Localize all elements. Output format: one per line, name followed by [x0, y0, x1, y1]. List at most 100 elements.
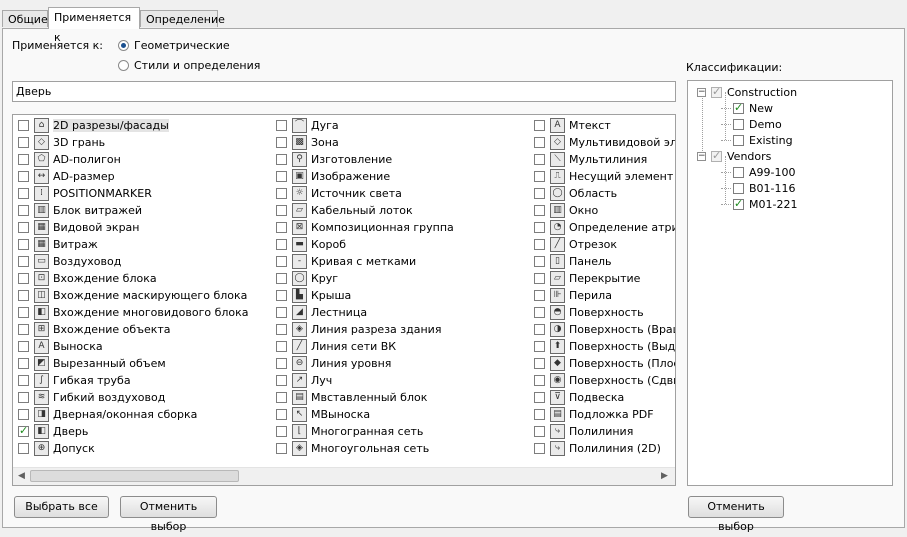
tree-node[interactable]: Demo: [721, 116, 782, 132]
list-item[interactable]: ◇ 3D грань: [18, 134, 105, 151]
list-item[interactable]: ⊠ Композиционная группа: [276, 219, 454, 236]
list-item[interactable]: ⟍ Мультилиния: [534, 151, 647, 168]
list-item[interactable]: ▦ Видовой экран: [18, 219, 140, 236]
item-checkbox[interactable]: [534, 290, 545, 301]
tab-applies-to[interactable]: Применяется к: [48, 7, 140, 44]
item-checkbox[interactable]: [534, 392, 545, 403]
list-item[interactable]: ▱ Кабельный лоток: [276, 202, 413, 219]
tree-checkbox[interactable]: [733, 182, 744, 194]
item-checkbox[interactable]: [18, 120, 29, 131]
list-item[interactable]: ‐ Кривая с метками: [276, 253, 416, 270]
item-checkbox[interactable]: [276, 256, 287, 267]
tree-node[interactable]: Existing: [721, 132, 793, 148]
list-item[interactable]: ◩ Вырезанный объем: [18, 355, 166, 372]
list-item[interactable]: ◔ Определение атрибу: [534, 219, 675, 236]
item-checkbox[interactable]: [18, 341, 29, 352]
list-item[interactable]: ∫ Гибкая труба: [18, 372, 131, 389]
list-item[interactable]: ⊕ Допуск: [18, 440, 95, 457]
list-item[interactable]: ⁞ POSITIONMARKER: [18, 185, 152, 202]
tree-checkbox[interactable]: [711, 85, 722, 98]
item-checkbox[interactable]: [18, 409, 29, 420]
list-item[interactable]: ◢ Лестница: [276, 304, 367, 321]
clear-selection-button[interactable]: Отменить выбор: [120, 496, 217, 533]
item-checkbox[interactable]: [18, 137, 29, 148]
item-checkbox[interactable]: [534, 239, 545, 250]
list-item[interactable]: ◧ Вхождение многовидового блока: [18, 304, 249, 321]
list-item[interactable]: ◉ Поверхность (Сдвиг): [534, 372, 675, 389]
item-checkbox[interactable]: [276, 324, 287, 335]
radio-geometric-button[interactable]: [118, 40, 129, 51]
item-checkbox[interactable]: [276, 426, 287, 437]
list-item[interactable]: ▤ Мвставленный блок: [276, 389, 427, 406]
scroll-right-icon[interactable]: ▶: [661, 471, 668, 481]
list-item[interactable]: ▤ Подложка PDF: [534, 406, 654, 423]
list-item[interactable]: ◯ Область: [534, 185, 617, 202]
item-checkbox[interactable]: [18, 239, 29, 250]
tree-checkbox[interactable]: [733, 134, 744, 146]
item-checkbox[interactable]: [276, 307, 287, 318]
select-all-button[interactable]: Выбрать все: [14, 496, 109, 518]
list-item[interactable]: ⌒ Дуга: [276, 117, 339, 134]
list-item[interactable]: ⌊ Многогранная сеть: [276, 423, 423, 440]
item-checkbox[interactable]: [276, 409, 287, 420]
item-checkbox[interactable]: [276, 341, 287, 352]
list-item[interactable]: ⊞ Вхождение объекта: [18, 321, 171, 338]
tree-node[interactable]: M01-221: [721, 196, 797, 212]
item-checkbox[interactable]: [18, 188, 29, 199]
list-item[interactable]: ▥ Окно: [534, 202, 598, 219]
item-checkbox[interactable]: [18, 324, 29, 335]
list-item[interactable]: ☼ Источник света: [276, 185, 402, 202]
item-checkbox[interactable]: [276, 358, 287, 369]
item-checkbox[interactable]: [534, 307, 545, 318]
tree-checkbox[interactable]: [733, 166, 744, 178]
item-checkbox[interactable]: [18, 443, 29, 454]
list-item[interactable]: ◨ Дверная/оконная сборка: [18, 406, 197, 423]
list-item[interactable]: ⤷ Полилиния (2D): [534, 440, 661, 457]
scroll-left-icon[interactable]: ◀: [18, 471, 25, 481]
item-checkbox[interactable]: [276, 120, 287, 131]
item-checkbox[interactable]: [18, 424, 29, 437]
item-checkbox[interactable]: [276, 171, 287, 182]
item-checkbox[interactable]: [534, 426, 545, 437]
radio-geometric[interactable]: Геометрические: [118, 39, 230, 52]
list-item[interactable]: ◑ Поверхность (Враще: [534, 321, 675, 338]
item-checkbox[interactable]: [276, 222, 287, 233]
object-type-list[interactable]: ⌂ 2D разрезы/фасады ◇ 3D грань ⬠ AD-полигон ↔ A…: [12, 114, 676, 486]
list-item[interactable]: ↖ МВыноска: [276, 406, 370, 423]
item-checkbox[interactable]: [18, 392, 29, 403]
classification-tree[interactable]: − Construction New Demo Existing − Vendors A99-…: [687, 80, 893, 486]
item-checkbox[interactable]: [18, 375, 29, 386]
tree-checkbox[interactable]: [733, 118, 744, 130]
item-checkbox[interactable]: [276, 375, 287, 386]
item-checkbox[interactable]: [534, 443, 545, 454]
item-checkbox[interactable]: [534, 358, 545, 369]
list-item[interactable]: ◈ Многоугольная сеть: [276, 440, 429, 457]
list-item[interactable]: ◓ Поверхность: [534, 304, 644, 321]
list-item[interactable]: ▭ Воздуховод: [18, 253, 121, 270]
list-item[interactable]: ⬆ Поверхность (Выдав: [534, 338, 675, 355]
tree-checkbox[interactable]: [711, 149, 722, 162]
item-checkbox[interactable]: [534, 137, 545, 148]
item-checkbox[interactable]: [18, 154, 29, 165]
list-item[interactable]: ▱ Перекрытие: [534, 270, 640, 287]
item-checkbox[interactable]: [18, 307, 29, 318]
horizontal-scrollbar[interactable]: ◀ ▶: [13, 467, 675, 485]
item-checkbox[interactable]: [534, 154, 545, 165]
item-checkbox[interactable]: [534, 375, 545, 386]
item-checkbox[interactable]: [534, 171, 545, 182]
tree-node[interactable]: New: [721, 100, 773, 116]
list-item[interactable]: A Выноска: [18, 338, 103, 355]
clear-classification-button[interactable]: Отменить выбор: [688, 496, 784, 533]
list-item[interactable]: ◇ Мультивидовой элем: [534, 134, 675, 151]
tree-checkbox[interactable]: [733, 197, 744, 210]
item-checkbox[interactable]: [18, 171, 29, 182]
tree-checkbox[interactable]: [733, 101, 744, 114]
list-item[interactable]: ▯ Панель: [534, 253, 612, 270]
scroll-thumb[interactable]: [30, 470, 239, 482]
item-checkbox[interactable]: [276, 188, 287, 199]
list-item[interactable]: ⎍ Несущий элемент: [534, 168, 673, 185]
tab-definition[interactable]: Определение: [140, 10, 225, 27]
list-item[interactable]: ≋ Гибкий воздуховод: [18, 389, 165, 406]
collapse-icon[interactable]: −: [697, 151, 706, 161]
tree-node[interactable]: B01-116: [721, 180, 796, 196]
